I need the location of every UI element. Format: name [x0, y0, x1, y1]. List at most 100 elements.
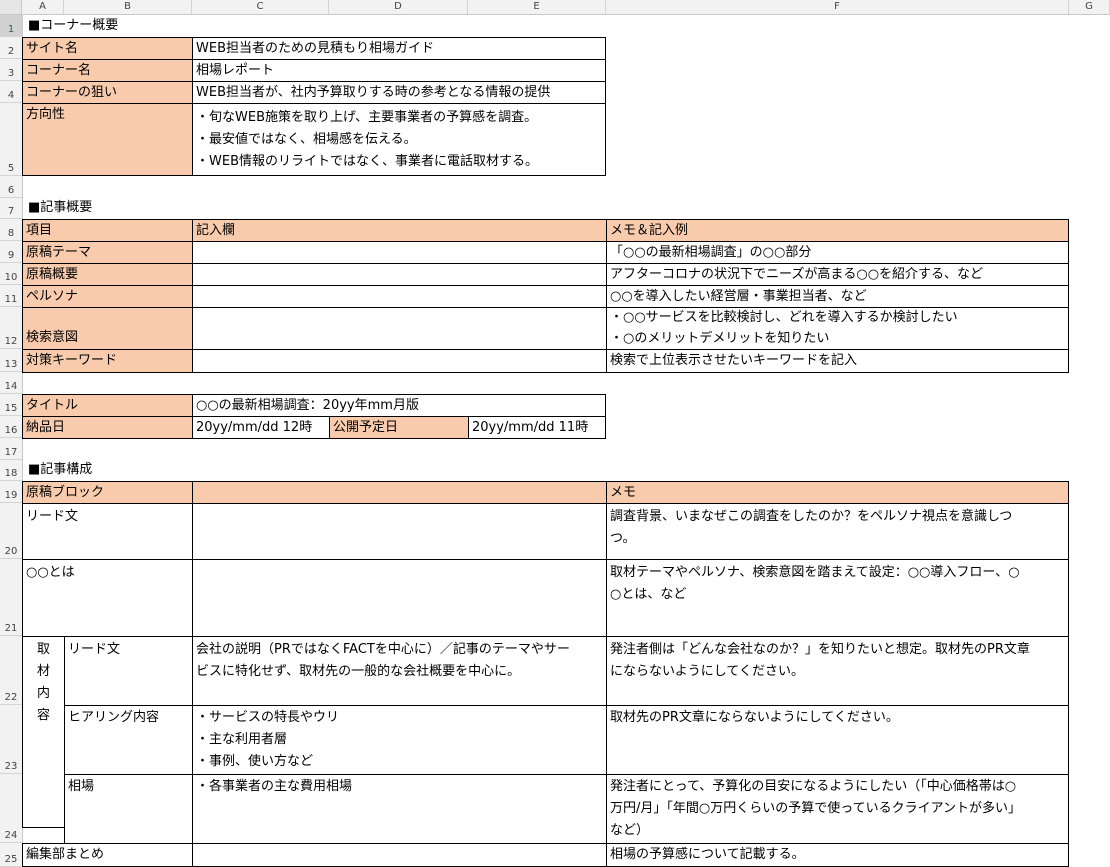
row-header[interactable]: 12	[0, 307, 22, 349]
persona-entry[interactable]	[192, 285, 607, 308]
target-keyword-label[interactable]: 対策キーワード	[22, 349, 193, 373]
select-all-corner[interactable]	[0, 0, 22, 14]
summary-label[interactable]: 原稿概要	[22, 263, 193, 286]
column-header-e[interactable]: E	[468, 0, 606, 14]
item-header[interactable]: 項目	[22, 219, 193, 242]
search-intent-entry[interactable]	[192, 307, 607, 350]
direction-line: ・旬なWEB施策を取り上げ、主要事業者の予算感を調査。	[196, 110, 538, 125]
column-header-f[interactable]: F	[606, 0, 1069, 14]
structure-entry-header[interactable]	[192, 481, 607, 504]
interview-lead-memo-line: 発注者側は「どんな会社なのか？」を知りたいと想定。取材先のPR文章	[610, 642, 1030, 657]
article-overview-heading: ■記事概要	[28, 200, 93, 215]
interview-group-char: 取	[36, 642, 50, 657]
row-header[interactable]: 14	[0, 372, 22, 394]
interview-group-char: 材	[36, 664, 50, 679]
price-entry-line: ・各事業者の主な費用相場	[196, 779, 353, 794]
row-header[interactable]: 9	[0, 241, 22, 263]
row-header[interactable]: 18	[0, 460, 22, 481]
row-header[interactable]: 11	[0, 285, 22, 307]
row-header[interactable]: 23	[0, 705, 22, 774]
entry-header[interactable]: 記入欄	[192, 219, 607, 242]
corner-name-value[interactable]: 相場レポート	[192, 59, 606, 82]
column-header-d[interactable]: D	[329, 0, 468, 14]
theme-memo[interactable]: 「○○の最新相場調査」の○○部分	[606, 241, 1069, 264]
about-label[interactable]: ○○とは	[22, 559, 193, 637]
row-header[interactable]: 16	[0, 416, 22, 438]
price-memo-line: 発注者にとって、予算化の目安になるようにしたい（「中心価格帯は○	[610, 779, 1017, 794]
column-header-b[interactable]: B	[64, 0, 192, 14]
editorial-summary-label[interactable]: 編集部まとめ	[22, 843, 193, 867]
target-keyword-entry[interactable]	[192, 349, 607, 373]
row-header[interactable]: 3	[0, 59, 22, 81]
direction-line: ・最安値ではなく、相場感を伝える。	[196, 132, 417, 147]
direction-value[interactable]: ・旬なWEB施策を取り上げ、主要事業者の予算感を調査。 ・最安値ではなく、相場感…	[192, 103, 606, 176]
persona-memo[interactable]: ○○を導入したい経営層・事業担当者、など	[606, 285, 1069, 308]
interview-lead-memo[interactable]: 発注者側は「どんな会社なのか？」を知りたいと想定。取材先のPR文章 にならないよ…	[606, 636, 1069, 706]
column-header-c[interactable]: C	[192, 0, 329, 14]
hearing-memo[interactable]: 取材先のPR文章にならないようにしてください。	[606, 705, 1069, 775]
about-entry[interactable]	[192, 559, 607, 637]
row-header[interactable]: 20	[0, 503, 22, 559]
editorial-summary-memo[interactable]: 相場の予算感について記載する。	[606, 843, 1069, 867]
structure-memo-header[interactable]: メモ	[606, 481, 1069, 504]
title-value[interactable]: ○○の最新相場調査：20yy年mm月版	[192, 394, 606, 417]
price-entry[interactable]: ・各事業者の主な費用相場	[192, 774, 607, 844]
row-header[interactable]: 5	[0, 103, 22, 176]
row-header[interactable]: 8	[0, 219, 22, 241]
interview-lead-entry[interactable]: 会社の説明（PRではなくFACTを中心に）／記事のテーマやサー ビスに特化せず、…	[192, 636, 607, 706]
row-header[interactable]: 24	[0, 774, 22, 843]
lead-entry[interactable]	[192, 503, 607, 560]
memo-example-header[interactable]: メモ＆記入例	[606, 219, 1069, 242]
row-header[interactable]: 15	[0, 394, 22, 416]
search-intent-label[interactable]: 検索意図	[22, 307, 193, 350]
lead-memo[interactable]: 調査背景、いまなぜこの調査をしたのか？をペルソナ視点を意識しつ つ。	[606, 503, 1069, 560]
corner-aim-value[interactable]: WEB担当者が、社内予算取りする時の参考となる情報の提供	[192, 81, 606, 104]
corner-name-label[interactable]: コーナー名	[22, 59, 193, 82]
column-header-a[interactable]: A	[22, 0, 64, 14]
block-header[interactable]: 原稿ブロック	[22, 481, 193, 504]
search-intent-memo[interactable]: ・○○サービスを比較検討し、どれを導入するか検討したい ・○のメリットデメリット…	[606, 307, 1069, 350]
site-name-value[interactable]: WEB担当者のための見積もり相場ガイド	[192, 37, 606, 60]
editorial-summary-entry[interactable]	[192, 843, 607, 867]
interview-content-group[interactable]: 取 材 内 容	[22, 636, 65, 828]
publish-date-label[interactable]: 公開予定日	[329, 416, 469, 439]
summary-memo[interactable]: アフターコロナの状況下でニーズが高まる○○を紹介する、など	[606, 263, 1069, 286]
site-name-label[interactable]: サイト名	[22, 37, 193, 60]
row-header[interactable]: 22	[0, 636, 22, 705]
about-memo-line: 取材テーマやペルソナ、検索意図を踏まえて設定：○○導入フロー、○	[610, 565, 1020, 580]
row-header[interactable]: 6	[0, 176, 22, 198]
row-header[interactable]: 25	[0, 843, 22, 867]
hearing-label[interactable]: ヒアリング内容	[64, 705, 193, 775]
theme-label[interactable]: 原稿テーマ	[22, 241, 193, 264]
direction-line: ・WEB情報のリライトではなく、事業者に電話取材する。	[196, 154, 538, 169]
persona-label[interactable]: ペルソナ	[22, 285, 193, 308]
hearing-entry-line: ・事例、使い方など	[196, 754, 314, 769]
summary-entry[interactable]	[192, 263, 607, 286]
row-header[interactable]: 4	[0, 81, 22, 103]
row-header[interactable]: 2	[0, 37, 22, 59]
interview-lead-label[interactable]: リード文	[64, 636, 193, 706]
row-header[interactable]: 1	[0, 15, 22, 37]
row-header[interactable]: 13	[0, 349, 22, 372]
row-header[interactable]: 19	[0, 481, 22, 503]
delivery-date-label[interactable]: 納品日	[22, 416, 193, 439]
column-header-g[interactable]: G	[1069, 0, 1110, 14]
interview-lead-entry-line: ビスに特化せず、取材先の一般的な会社概要を中心に。	[196, 664, 521, 679]
about-memo[interactable]: 取材テーマやペルソナ、検索意図を踏まえて設定：○○導入フロー、○ ○とは、など	[606, 559, 1069, 637]
row-header[interactable]: 21	[0, 559, 22, 636]
corner-aim-label[interactable]: コーナーの狙い	[22, 81, 193, 104]
theme-entry[interactable]	[192, 241, 607, 264]
direction-label[interactable]: 方向性	[22, 103, 193, 176]
delivery-date-value[interactable]: 20yy/mm/dd 12時	[192, 416, 330, 439]
lead-label[interactable]: リード文	[22, 503, 193, 560]
hearing-entry[interactable]: ・サービスの特長やウリ ・主な利用者層 ・事例、使い方など	[192, 705, 607, 775]
price-memo[interactable]: 発注者にとって、予算化の目安になるようにしたい（「中心価格帯は○ 万円/月」「年…	[606, 774, 1069, 844]
row-header[interactable]: 17	[0, 438, 22, 460]
title-label[interactable]: タイトル	[22, 394, 193, 417]
row-header[interactable]: 7	[0, 198, 22, 219]
price-label[interactable]: 相場	[64, 774, 193, 844]
interview-group-char: 容	[36, 708, 50, 723]
row-header[interactable]: 10	[0, 263, 22, 285]
publish-date-value[interactable]: 20yy/mm/dd 11時	[468, 416, 606, 439]
target-keyword-memo[interactable]: 検索で上位表示させたいキーワードを記入	[606, 349, 1069, 373]
